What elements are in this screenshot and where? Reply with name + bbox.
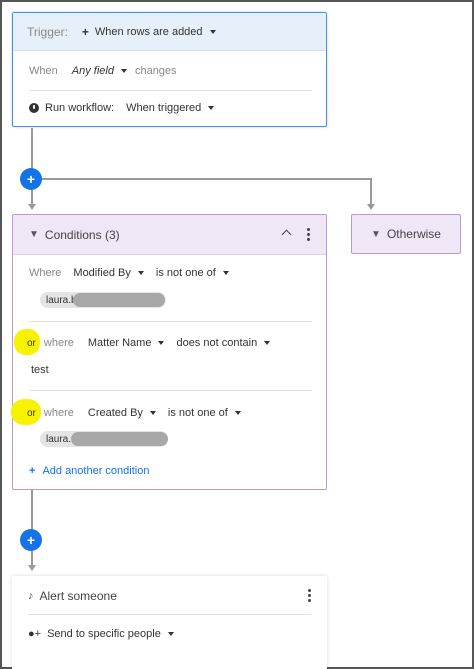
plus-icon: +: [81, 24, 89, 39]
connector-line: [31, 490, 33, 530]
connector-line: [370, 178, 372, 206]
redaction-mark: [71, 432, 168, 446]
field-value: Any field: [71, 65, 114, 77]
condition-operator-dropdown[interactable]: does not contain: [176, 337, 271, 349]
or-label: or: [27, 407, 36, 419]
user-chip-label: laura.: [46, 433, 72, 445]
caret-down-icon: [167, 632, 174, 636]
caret-down-icon: [264, 341, 271, 346]
send-label: Send to specific people: [47, 628, 161, 640]
caret-down-icon: [158, 341, 165, 346]
connector-line: [31, 128, 33, 170]
add-step-button[interactable]: +: [20, 529, 42, 551]
condition-row-3: or where Created By is not one of: [27, 407, 241, 419]
condition-operator-dropdown[interactable]: is not one of: [168, 407, 241, 419]
plus-icon: +: [26, 171, 36, 187]
run-workflow-row: Run workflow: When triggered: [29, 102, 215, 114]
condition-operator-dropdown[interactable]: is not one of: [156, 267, 229, 279]
condition-field: Modified By: [73, 267, 131, 279]
caret-down-icon: [222, 271, 229, 276]
caret-down-icon: [120, 69, 127, 74]
condition-operator: is not one of: [155, 267, 216, 279]
caret-down-icon: [234, 411, 241, 416]
branch-line: [42, 178, 371, 180]
condition-row-2: or where Matter Name does not contain: [27, 337, 271, 349]
conditions-header: ▼ Conditions (3): [13, 215, 326, 255]
run-workflow-label: Run workflow:: [45, 102, 115, 114]
arrow-down-icon: [367, 204, 375, 210]
otherwise-label: Otherwise: [386, 227, 441, 241]
plus-icon: +: [29, 465, 36, 477]
filter-icon: ▼: [371, 228, 381, 240]
field-dropdown[interactable]: Any field: [72, 65, 127, 77]
run-workflow-dropdown[interactable]: When triggered: [126, 102, 215, 114]
trigger-label: Trigger:: [27, 24, 68, 39]
condition-field-dropdown[interactable]: Modified By: [73, 267, 144, 279]
caret-down-icon: [208, 106, 215, 111]
where-label: where: [43, 337, 74, 349]
divider: [29, 390, 312, 391]
condition-field-dropdown[interactable]: Created By: [88, 407, 156, 419]
clock-icon: [29, 103, 39, 113]
divider: [28, 614, 311, 615]
add-condition-link[interactable]: + Add another condition: [29, 465, 149, 477]
caret-down-icon: [149, 411, 156, 416]
bell-icon: ♪: [28, 590, 34, 602]
changes-label: changes: [134, 65, 177, 77]
user-chip-label: laura.b: [46, 294, 77, 306]
caret-down-icon: [137, 271, 144, 276]
where-label: Where: [29, 267, 62, 279]
trigger-header: Trigger: + When rows are added: [13, 13, 326, 51]
arrow-down-icon: [28, 565, 36, 571]
trigger-event-label: When rows are added: [94, 25, 203, 38]
alert-title: Alert someone: [39, 589, 117, 603]
redaction-mark: [73, 293, 165, 307]
divider: [29, 90, 312, 91]
condition-field-dropdown[interactable]: Matter Name: [88, 337, 165, 349]
run-workflow-value: When triggered: [126, 102, 202, 114]
condition-row-1: Where Modified By is not one of: [29, 267, 229, 279]
condition-operator: is not one of: [167, 407, 228, 419]
add-step-button[interactable]: +: [20, 168, 42, 190]
alert-card[interactable]: ♪ Alert someone ●+ Send to specific peop…: [12, 576, 327, 669]
add-condition-label: Add another condition: [42, 465, 150, 477]
or-label: or: [27, 337, 36, 349]
condition-field: Matter Name: [87, 337, 152, 349]
collapse-icon[interactable]: [281, 229, 292, 240]
field-change-row: When Any field changes: [29, 65, 177, 77]
trigger-card[interactable]: Trigger: + When rows are added When Any …: [12, 12, 327, 127]
add-person-icon: ●+: [28, 628, 42, 640]
condition-field: Created By: [87, 407, 143, 419]
where-label: where: [43, 407, 74, 419]
more-options-icon[interactable]: [307, 228, 310, 241]
condition-value-input[interactable]: test: [31, 364, 49, 376]
otherwise-card[interactable]: ▼ Otherwise: [351, 214, 461, 254]
more-options-icon[interactable]: [308, 589, 311, 602]
conditions-card[interactable]: ▼ Conditions (3) Where Modified By is no…: [11, 214, 327, 490]
conditions-title: Conditions (3): [44, 227, 120, 242]
filter-icon: ▼: [29, 229, 39, 240]
trigger-event-dropdown[interactable]: When rows are added: [95, 26, 216, 38]
plus-icon: +: [26, 532, 36, 548]
arrow-down-icon: [28, 204, 36, 210]
condition-value-row: test: [31, 364, 49, 376]
when-label: When: [29, 65, 58, 77]
alert-header: ♪ Alert someone: [28, 589, 117, 603]
caret-down-icon: [209, 29, 216, 34]
send-row[interactable]: ●+ Send to specific people: [28, 628, 174, 640]
condition-operator: does not contain: [176, 337, 258, 349]
divider: [29, 321, 312, 322]
